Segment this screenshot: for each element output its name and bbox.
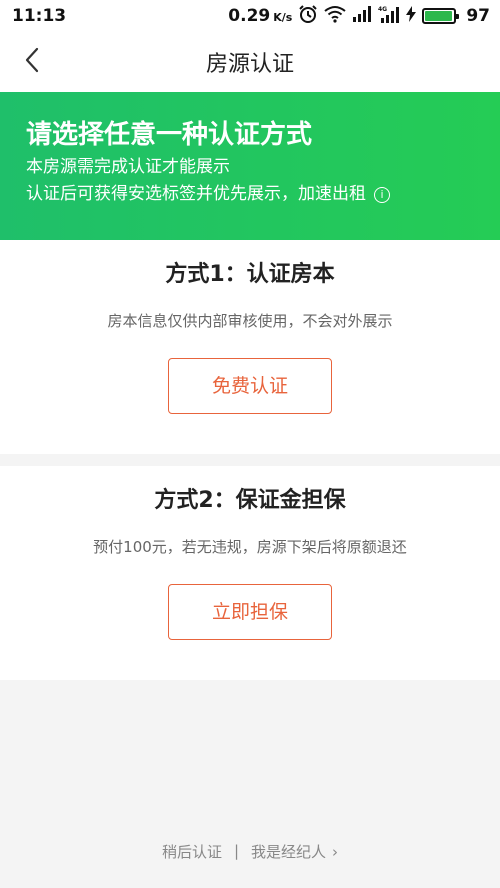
method-1-description: 房本信息仅供内部审核使用，不会对外展示	[107, 312, 393, 330]
banner-line-1: 本房源需完成认证才能展示	[26, 157, 230, 177]
deposit-guarantee-button[interactable]: 立即担保	[168, 584, 332, 640]
network-speed-unit: K/s	[273, 11, 293, 24]
method-2-title: 方式2：保证金担保	[154, 488, 346, 513]
battery-level: 97	[466, 6, 490, 26]
footer-separator: |	[233, 842, 240, 860]
banner-line-2: 认证后可获得安选标签并优先展示，加速出租	[26, 184, 366, 204]
svg-text:4G: 4G	[378, 6, 387, 13]
charging-icon	[406, 5, 417, 27]
signal-icon	[352, 5, 372, 27]
chevron-right-icon: ›	[332, 842, 339, 861]
back-button[interactable]	[18, 46, 46, 78]
verify-later-link[interactable]: 稍后认证	[162, 841, 222, 862]
wifi-icon	[324, 5, 346, 28]
network-speed-value: 0.29	[228, 6, 271, 26]
verification-banner: 请选择任意一种认证方式 本房源需完成认证才能展示 认证后可获得安选标签并优先展示…	[0, 92, 500, 240]
method-1-title: 方式1：认证房本	[165, 262, 335, 287]
page-title: 房源认证	[205, 52, 294, 77]
nav-bar: 房源认证	[0, 32, 500, 92]
alarm-icon	[298, 4, 318, 29]
method-2-description: 预付100元，若无违规，房源下架后将原额退还	[93, 538, 407, 556]
free-verify-button[interactable]: 免费认证	[168, 358, 332, 414]
method-card-1: 方式1：认证房本 房本信息仅供内部审核使用，不会对外展示 免费认证	[0, 240, 500, 454]
footer-links: 稍后认证 | 我是经纪人 ›	[0, 838, 500, 864]
battery-icon	[422, 8, 460, 24]
network-speed: 0.29 K/s	[228, 6, 292, 26]
banner-title: 请选择任意一种认证方式	[26, 120, 313, 150]
agent-link[interactable]: 我是经纪人 ›	[251, 841, 338, 862]
chevron-left-icon	[24, 47, 40, 77]
status-icons: 0.29 K/s 4G 97	[228, 4, 490, 29]
status-time: 11:13	[12, 6, 67, 26]
signal-4g-icon: 4G	[378, 5, 400, 28]
status-bar: 11:13 0.29 K/s 4G 97	[0, 0, 500, 32]
banner-line-2-row: 认证后可获得安选标签并优先展示，加速出租 i	[26, 181, 500, 208]
method-card-2: 方式2：保证金担保 预付100元，若无违规，房源下架后将原额退还 立即担保	[0, 466, 500, 680]
agent-link-label: 我是经纪人	[251, 842, 327, 861]
info-icon[interactable]: i	[374, 186, 390, 203]
